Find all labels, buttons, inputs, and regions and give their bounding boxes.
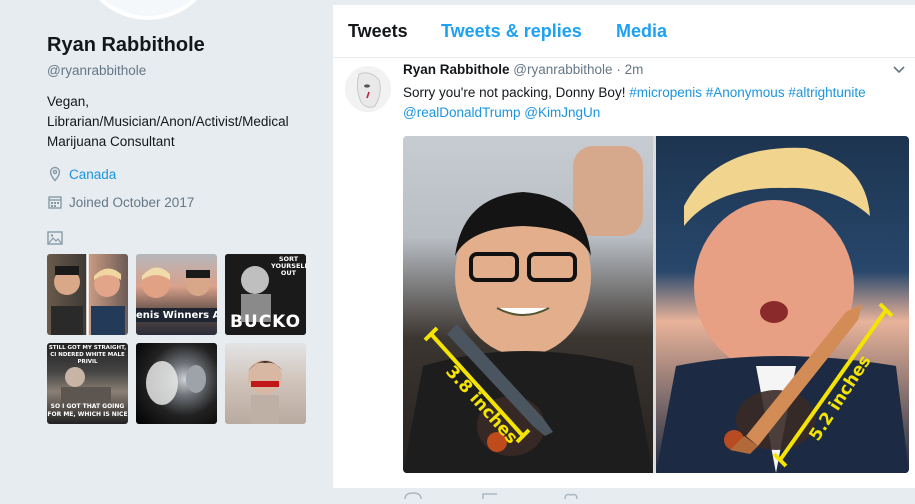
tweet-body: Sorry you're not packing, Donny Boy! bbox=[403, 85, 626, 100]
profile-tabs: Tweets Tweets & replies Media bbox=[333, 5, 915, 58]
tweet-header: Ryan Rabbithole @ryanrabbithole · 2m bbox=[403, 62, 643, 77]
thumbnail-image bbox=[146, 361, 206, 405]
hashtag-link[interactable]: #micropenis bbox=[629, 85, 702, 100]
thumbnail-big-caption: BUCKO bbox=[229, 312, 302, 332]
like-icon bbox=[564, 493, 578, 500]
tweet-action-icons bbox=[404, 492, 578, 500]
tab-tweets-and-replies[interactable]: Tweets & replies bbox=[441, 21, 582, 42]
photo-left-panel: 3.8 inches bbox=[403, 136, 653, 473]
media-thumbnail[interactable] bbox=[136, 343, 217, 424]
media-thumbnail[interactable] bbox=[47, 254, 128, 335]
thumbnail-caption: SO I GOT THAT GOING FOR ME, WHICH IS NIC… bbox=[47, 403, 128, 418]
tweet-photo[interactable]: 3.8 inches 5.2 inches bbox=[403, 136, 909, 473]
joined-text: Joined October 2017 bbox=[69, 194, 195, 210]
photo-left-illustration: 3.8 inches bbox=[403, 146, 653, 473]
hashtag-link[interactable]: #altrightunite bbox=[788, 85, 865, 100]
tweet-author-avatar[interactable] bbox=[345, 66, 391, 112]
caption-line: OUT bbox=[280, 269, 297, 277]
tweet-author-handle[interactable]: @ryanrabbithole bbox=[513, 62, 612, 77]
profile-handle: @ryanrabbithole bbox=[47, 63, 147, 78]
profile-name: Ryan Rabbithole bbox=[47, 34, 205, 56]
mention-link[interactable]: @KimJngUn bbox=[524, 105, 600, 120]
avatar-image bbox=[345, 66, 391, 112]
tab-media[interactable]: Media bbox=[616, 21, 667, 42]
tweet-actions bbox=[403, 486, 703, 500]
tweet-author-name[interactable]: Ryan Rabbithole bbox=[403, 62, 510, 77]
tab-tweets[interactable]: Tweets bbox=[348, 21, 408, 42]
tweet-text: Sorry you're not packing, Donny Boy! #mi… bbox=[403, 83, 903, 123]
photo-right-illustration: 5.2 inches bbox=[656, 147, 909, 473]
photo-right-panel: 5.2 inches bbox=[656, 136, 909, 473]
tweet[interactable]: Ryan Rabbithole @ryanrabbithole · 2m Sor… bbox=[333, 58, 915, 500]
thumbnail-caption: enis Winners Anno bbox=[136, 310, 217, 321]
calendar-icon bbox=[48, 196, 62, 209]
location-pin-icon bbox=[49, 166, 61, 182]
profile-bio: Vegan, Librarian/Musician/Anon/Activist/… bbox=[47, 94, 289, 149]
media-thumbnail[interactable]: enis Winners Anno bbox=[136, 254, 217, 335]
timeline-panel: Tweets Tweets & replies Media Ryan Rabbi… bbox=[333, 5, 915, 500]
thumbnail-caption: STILL GOT MY STRAIGHT, CI NDERED WHITE M… bbox=[48, 345, 127, 365]
media-thumbnail[interactable]: STILL GOT MY STRAIGHT, CI NDERED WHITE M… bbox=[47, 343, 128, 424]
media-thumbnail[interactable] bbox=[225, 343, 306, 424]
thumbnail-image bbox=[136, 267, 217, 322]
reply-icon bbox=[404, 492, 422, 500]
retweet-icon bbox=[482, 493, 497, 499]
thumbnail-image bbox=[248, 360, 283, 424]
hashtag-link[interactable]: #Anonymous bbox=[706, 85, 785, 100]
location-link[interactable]: Canada bbox=[69, 167, 116, 182]
profile-joined: Joined October 2017 bbox=[47, 194, 194, 210]
chevron-down-icon[interactable] bbox=[893, 66, 905, 74]
tweet-timestamp[interactable]: 2m bbox=[625, 62, 644, 77]
photos-icon[interactable] bbox=[47, 231, 63, 245]
thumbnail-caption: SORT YOURSELF OUT bbox=[271, 256, 306, 277]
mention-link[interactable]: @realDonaldTrump bbox=[403, 105, 521, 120]
profile-avatar[interactable] bbox=[78, 0, 218, 20]
media-thumbnail[interactable]: SORT YOURSELF OUT BUCKO bbox=[225, 254, 306, 335]
profile-location[interactable]: Canada bbox=[47, 166, 116, 182]
thumbnail-image bbox=[51, 266, 125, 335]
tweet-dot: · bbox=[616, 62, 621, 77]
